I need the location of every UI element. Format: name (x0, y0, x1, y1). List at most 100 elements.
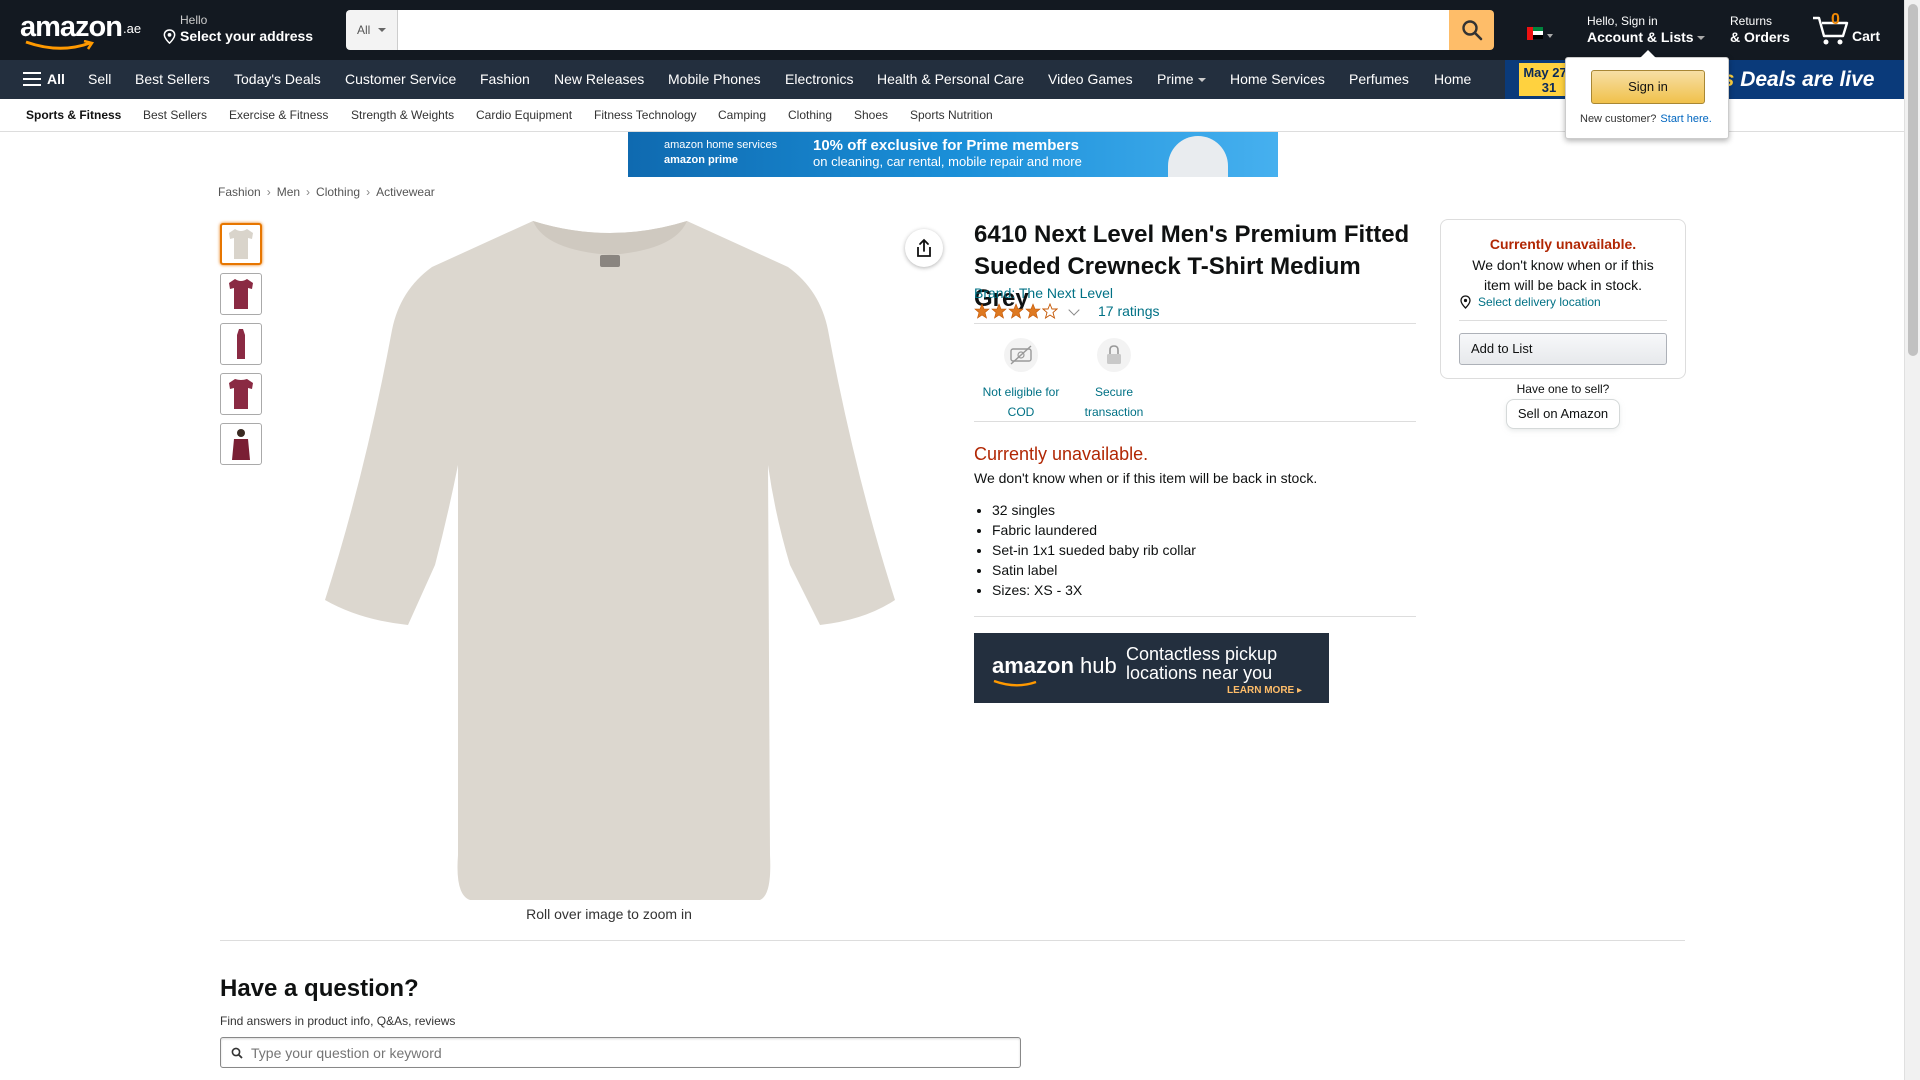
promo-offer: 10% off exclusive for Prime members on c… (813, 138, 1082, 170)
tshirt-thumbnail-icon (229, 279, 253, 309)
chevron-down-icon[interactable] (1068, 303, 1080, 316)
returns-orders[interactable]: Returns & Orders (1730, 14, 1790, 46)
chevron-down-icon (1197, 78, 1206, 83)
search-icon (1461, 20, 1482, 41)
delivery-address[interactable]: Hello Select your address (162, 13, 313, 45)
home-services-promo-banner[interactable]: amazon home services amazon prime 10% of… (628, 132, 1278, 177)
search-button[interactable] (1449, 10, 1494, 50)
chevron-down-icon (1547, 34, 1553, 38)
thumbnail-4[interactable] (220, 373, 262, 415)
thumbnail-1[interactable] (220, 223, 262, 265)
nav-item-perfumes[interactable]: Perfumes (1349, 70, 1409, 88)
subnav-fitness-technology[interactable]: Fitness Technology (594, 108, 697, 122)
brand-link[interactable]: Brand: The Next Level (974, 285, 1113, 301)
feature-secure-label: Secure transaction (1084, 385, 1144, 419)
bullet-item: Set-in 1x1 sueded baby rib collar (992, 540, 1196, 560)
search-category-dropdown[interactable]: All (346, 10, 398, 50)
feature-no-cod[interactable]: Not eligible for COD (976, 338, 1066, 422)
start-here-link[interactable]: Start here. (1660, 113, 1711, 125)
share-button[interactable] (905, 229, 943, 267)
chevron-right-icon: › (306, 185, 311, 199)
subnav-camping[interactable]: Camping (718, 108, 766, 122)
page-scrollbar[interactable] (1904, 0, 1920, 1080)
thumbnail-5[interactable] (220, 423, 262, 465)
chevron-down-icon (378, 28, 387, 32)
product-main-image[interactable] (320, 215, 900, 905)
cart-count: 0 (1831, 11, 1840, 28)
nav-item-home[interactable]: Home (1434, 70, 1471, 88)
no-cod-icon (1004, 338, 1038, 372)
address-line: Select your address (162, 27, 313, 45)
nav-item-home-services[interactable]: Home Services (1230, 70, 1325, 88)
scrollbar-thumb[interactable] (1908, 4, 1918, 356)
address-greeting: Hello (180, 13, 208, 27)
subnav-clothing[interactable]: Clothing (788, 108, 832, 122)
search-input[interactable] (398, 10, 1449, 50)
tshirt-side-thumbnail-icon (237, 329, 245, 359)
banner-text: ys Deals are live (1711, 68, 1874, 92)
search-bar: All (346, 10, 1494, 50)
subnav-sports-fitness[interactable]: Sports & Fitness (26, 108, 121, 122)
nav-item-fashion[interactable]: Fashion (480, 70, 530, 88)
select-delivery-location[interactable]: Select delivery location (1459, 295, 1601, 309)
nav-item-best-sellers[interactable]: Best Sellers (135, 70, 210, 88)
subnav-shoes[interactable]: Shoes (854, 108, 888, 122)
nav-all-label: All (47, 71, 65, 87)
feature-secure-transaction[interactable]: Secure transaction (1069, 338, 1159, 422)
nav-item-health[interactable]: Health & Personal Care (877, 70, 1024, 88)
nav-item-mobile-phones[interactable]: Mobile Phones (668, 70, 761, 88)
subnav-sports-nutrition[interactable]: Sports Nutrition (910, 108, 993, 122)
sell-on-amazon-button[interactable]: Sell on Amazon (1506, 399, 1620, 429)
add-to-list-button[interactable]: Add to List (1459, 333, 1667, 365)
subnav-strength-weights[interactable]: Strength & Weights (351, 108, 454, 122)
nav-item-customer-service[interactable]: Customer Service (345, 70, 456, 88)
breadcrumb-men[interactable]: Men (277, 185, 300, 199)
star-rating[interactable] (974, 303, 1058, 319)
hub-brand: amazon (992, 653, 1074, 678)
breadcrumb-fashion[interactable]: Fashion (218, 185, 261, 199)
subnav-exercise-fitness[interactable]: Exercise & Fitness (229, 108, 328, 122)
promo-brand-line1: amazon home services (664, 139, 778, 151)
signin-button[interactable]: Sign in (1591, 70, 1705, 104)
hub-line2: locations near you (1126, 663, 1273, 683)
image-thumbnails (220, 223, 264, 473)
subnav-cardio[interactable]: Cardio Equipment (476, 108, 572, 122)
top-header: amazon .ae Hello Select your address All (0, 0, 1904, 60)
returns-label: Returns (1730, 14, 1773, 28)
question-search-input[interactable] (251, 1044, 1020, 1061)
nav-all-menu[interactable]: All (23, 70, 65, 88)
address-text: Select your address (180, 28, 314, 44)
rating-summary: 17 ratings (974, 303, 1159, 319)
hub-smile-icon (993, 679, 1037, 687)
ratings-count-link[interactable]: 17 ratings (1098, 303, 1159, 319)
nav-item-electronics[interactable]: Electronics (785, 70, 853, 88)
account-label: Account & Lists (1587, 28, 1705, 46)
nav-item-prime[interactable]: Prime (1157, 70, 1206, 88)
cart-button[interactable]: 0 Cart (1812, 10, 1884, 50)
breadcrumb-clothing[interactable]: Clothing (316, 185, 360, 199)
promo-offer-subline: on cleaning, car rental, mobile repair a… (813, 154, 1082, 169)
nav-item-sell[interactable]: Sell (88, 70, 111, 88)
buybox-message: We don't know when or if this item will … (1472, 257, 1654, 293)
nav-item-video-games[interactable]: Video Games (1048, 70, 1133, 88)
divider (974, 616, 1416, 617)
logo-tld: .ae (122, 21, 142, 36)
account-lists[interactable]: Hello, Sign in Account & Lists (1587, 14, 1705, 46)
thumbnail-2[interactable] (220, 273, 262, 315)
bullet-item: Sizes: XS - 3X (992, 580, 1196, 600)
breadcrumb-activewear[interactable]: Activewear (376, 185, 435, 199)
amazon-logo[interactable]: amazon .ae (20, 12, 142, 50)
subnav-best-sellers[interactable]: Best Sellers (143, 108, 207, 122)
amazon-hub-banner[interactable]: amazon hub Contactless pickup locations … (974, 633, 1329, 703)
promo-person-image (1168, 136, 1228, 177)
language-selector[interactable] (1527, 26, 1553, 40)
question-subtext: Find answers in product info, Q&As, revi… (220, 1014, 456, 1028)
search-category-label: All (357, 23, 371, 37)
hub-message: Contactless pickup locations near you (1126, 645, 1277, 683)
thumbnail-3[interactable] (220, 323, 262, 365)
nav-prime-label: Prime (1157, 71, 1194, 87)
nav-item-todays-deals[interactable]: Today's Deals (234, 70, 321, 88)
nav-item-new-releases[interactable]: New Releases (554, 70, 644, 88)
hub-logo: amazon hub (992, 653, 1117, 679)
location-pin-icon (1460, 295, 1471, 309)
